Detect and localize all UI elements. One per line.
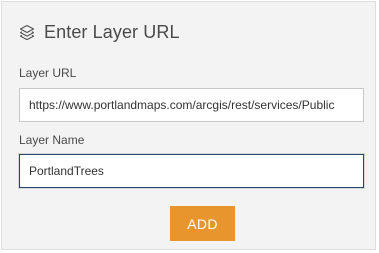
layer-url-label: Layer URL [19, 66, 77, 80]
enter-layer-url-panel: Enter Layer URL Layer URL Layer Name ADD [1, 1, 376, 250]
panel-header: Enter Layer URL [19, 19, 180, 45]
panel-title: Enter Layer URL [44, 21, 180, 42]
add-button[interactable]: ADD [170, 206, 235, 241]
layer-url-input[interactable] [19, 88, 364, 122]
layer-name-input[interactable] [19, 154, 364, 188]
layer-name-label: Layer Name [19, 133, 85, 147]
layers-icon [19, 24, 35, 40]
